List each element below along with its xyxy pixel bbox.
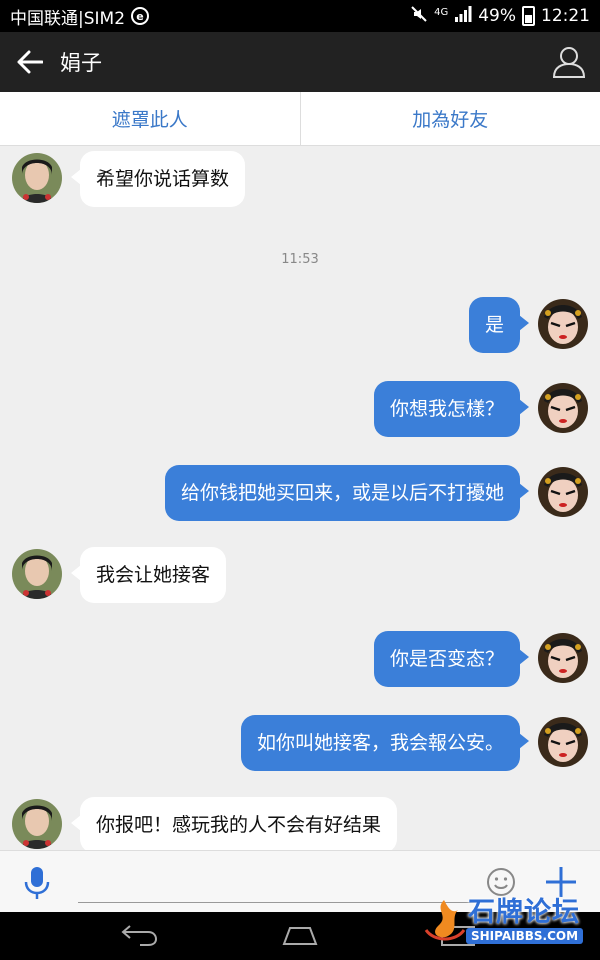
add-friend-button[interactable]: 加為好友 [299,92,600,145]
back-button[interactable] [0,32,60,92]
message-outgoing: 你想我怎樣？ [0,378,600,438]
status-bar: 中国联通|SIM2 e 4G 49% 12:21 [0,0,600,32]
contact-avatar[interactable] [12,799,62,849]
forum-watermark: 石牌论坛 SHIPAIBBS.COM [418,890,596,952]
message-bubble[interactable]: 你想我怎樣？ [373,381,530,437]
my-avatar[interactable] [538,717,588,767]
message-bubble[interactable]: 如你叫她接客，我会報公安。 [240,715,530,771]
my-avatar[interactable] [538,633,588,683]
battery-percent: 49% [478,6,516,26]
contact-name: 娟子 [60,51,102,75]
carrier-label: 中国联通|SIM2 [10,8,126,29]
voice-input-button[interactable] [22,865,52,901]
block-contact-button[interactable]: 遮罩此人 [0,92,300,145]
forum-url: SHIPAIBBS.COM [466,928,584,944]
user-icon [552,47,586,78]
message-list[interactable]: 希望你说话算数 11:53 是 你想我怎樣？ 给你钱把她买回来，或是以后不打擾她… [0,146,600,850]
message-incoming: 希望你说话算数 [0,148,600,208]
message-timestamp: 11:53 [281,252,319,267]
message-outgoing: 如你叫她接客，我会報公安。 [0,712,600,772]
nav-back-button[interactable] [120,922,160,952]
back-arrow-icon [121,925,158,946]
profile-button[interactable] [552,45,586,79]
message-bubble[interactable]: 你是否变态？ [373,631,530,687]
message-bubble[interactable]: 希望你说话算数 [70,151,246,207]
message-bubble[interactable]: 你报吧！感玩我的人不会有好结果 [70,797,398,850]
message-bubble[interactable]: 给你钱把她买回来，或是以后不打擾她 [164,465,530,521]
message-outgoing: 是 [0,294,600,354]
my-avatar[interactable] [538,383,588,433]
home-icon [282,927,318,945]
signal-icon [454,5,472,28]
forum-name: 石牌论坛 [468,897,580,928]
my-avatar[interactable] [538,299,588,349]
message-incoming: 你报吧！感玩我的人不会有好结果 [0,794,600,850]
nav-home-button[interactable] [280,924,320,952]
arrow-left-icon [17,50,43,74]
contact-avatar[interactable] [12,549,62,599]
message-bubble[interactable]: 是 [468,297,530,353]
network-type-label: 4G [434,6,449,18]
message-bubble[interactable]: 我会让她接客 [70,547,227,603]
contact-avatar[interactable] [12,153,62,203]
microphone-icon [24,867,50,899]
battery-icon [522,6,535,26]
contact-action-bar: 遮罩此人 加為好友 [0,92,600,146]
message-outgoing: 你是否变态？ [0,628,600,688]
clock: 12:21 [541,6,590,26]
message-incoming: 我会让她接客 [0,544,600,604]
message-outgoing: 给你钱把她买回来，或是以后不打擾她 [0,462,600,522]
chat-header: 娟子 [0,32,600,92]
forum-logo-icon [424,900,466,941]
my-avatar[interactable] [538,467,588,517]
mute-icon [410,5,428,27]
data-badge-icon: e [131,7,150,25]
